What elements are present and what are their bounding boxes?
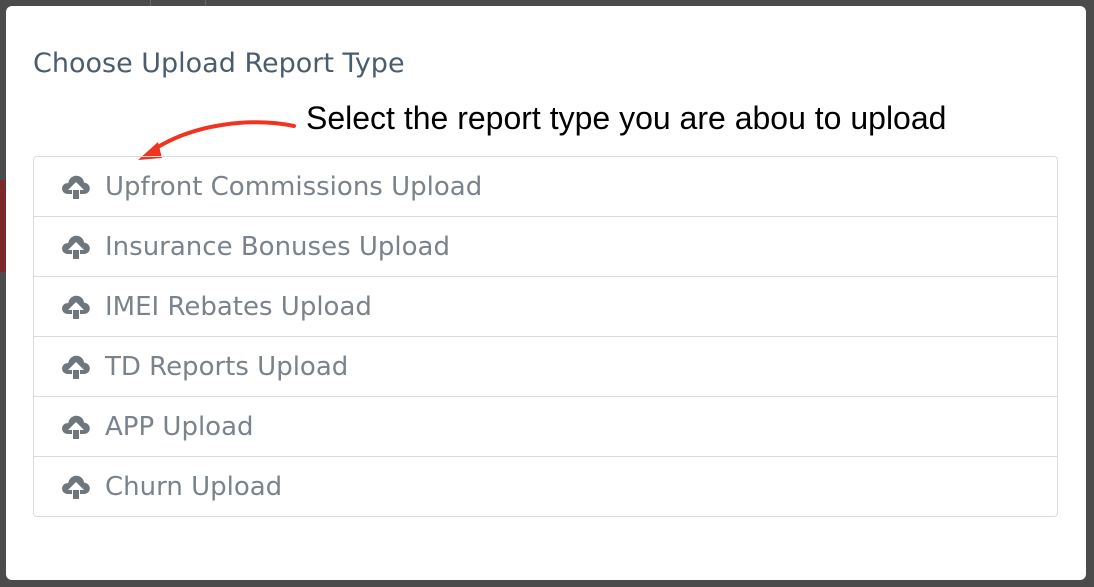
upload-option-churn[interactable]: Churn Upload: [34, 456, 1057, 516]
upload-option-label: Upfront Commissions Upload: [105, 171, 483, 202]
cloud-upload-icon: [62, 175, 90, 199]
cloud-upload-icon: [62, 295, 90, 319]
upload-option-td-reports[interactable]: TD Reports Upload: [34, 336, 1057, 396]
upload-report-type-modal: Choose Upload Report Type Select the rep…: [6, 6, 1086, 580]
upload-option-label: TD Reports Upload: [105, 351, 349, 382]
upload-option-label: Insurance Bonuses Upload: [105, 231, 450, 262]
cloud-upload-icon: [62, 475, 90, 499]
upload-option-label: Churn Upload: [105, 471, 283, 502]
upload-type-list: Upfront Commissions Upload Insurance Bon…: [33, 156, 1058, 517]
annotation-text: Select the report type you are abou to u…: [306, 100, 947, 136]
upload-option-app[interactable]: APP Upload: [34, 396, 1057, 456]
upload-option-label: IMEI Rebates Upload: [105, 291, 372, 322]
cloud-upload-icon: [62, 235, 90, 259]
modal-title: Choose Upload Report Type: [33, 48, 405, 79]
upload-option-insurance-bonuses[interactable]: Insurance Bonuses Upload: [34, 216, 1057, 276]
upload-option-label: APP Upload: [105, 411, 254, 442]
upload-option-imei-rebates[interactable]: IMEI Rebates Upload: [34, 276, 1057, 336]
cloud-upload-icon: [62, 355, 90, 379]
upload-option-upfront-commissions[interactable]: Upfront Commissions Upload: [34, 157, 1057, 216]
cloud-upload-icon: [62, 415, 90, 439]
